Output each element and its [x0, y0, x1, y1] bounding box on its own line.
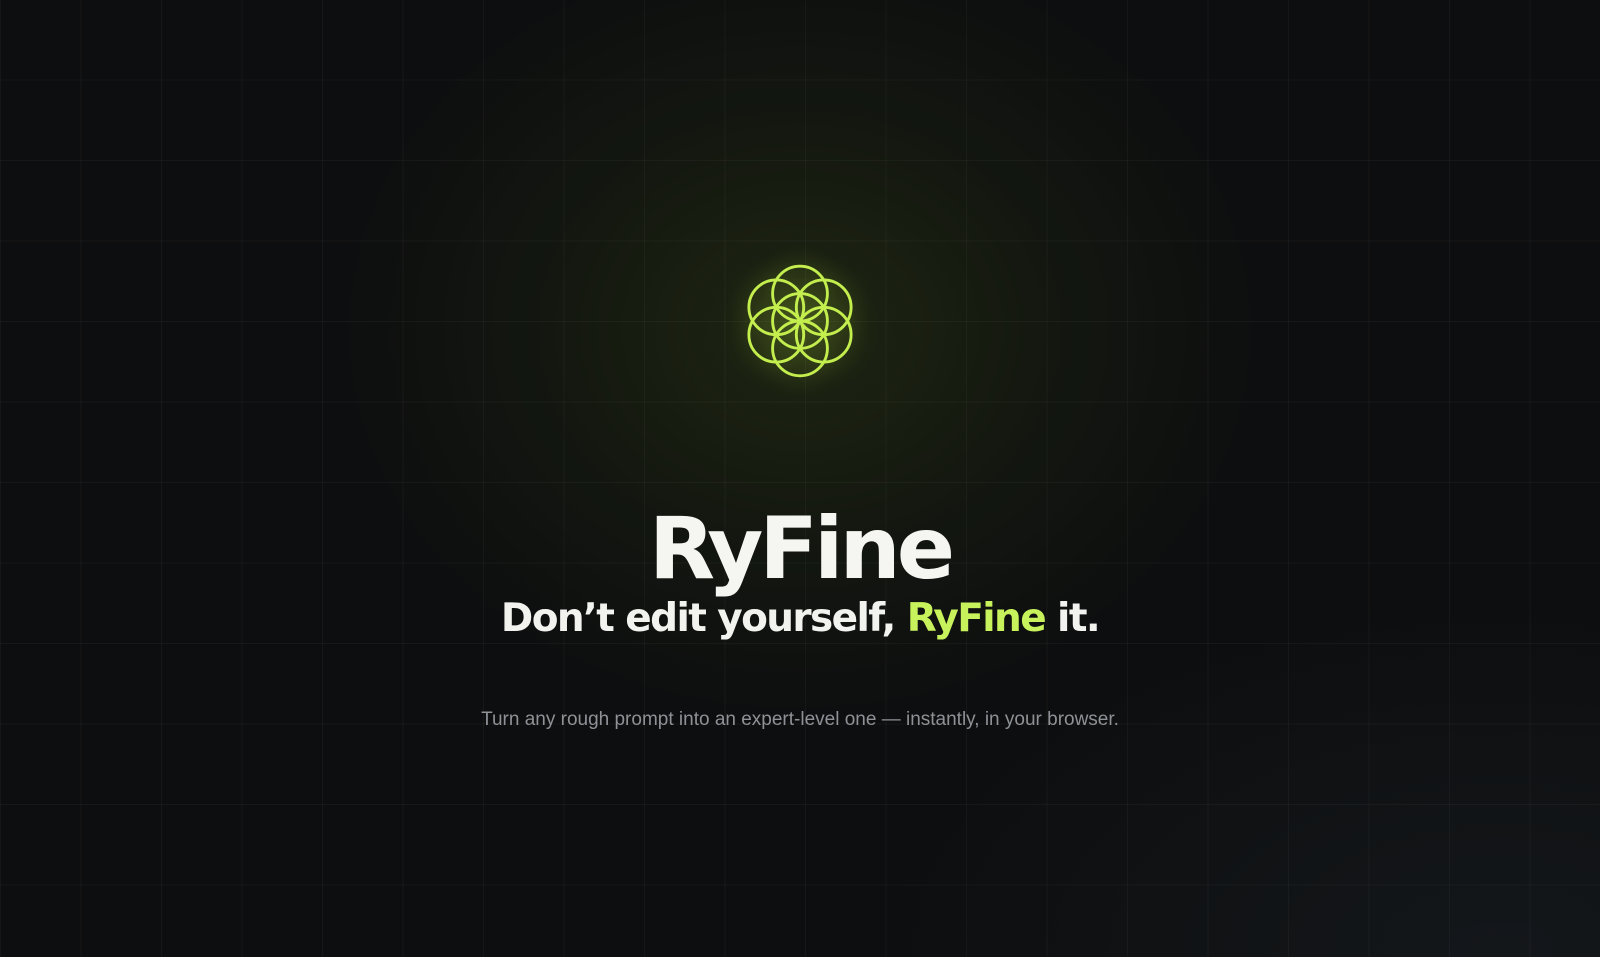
brand-title: RyFine [648, 498, 955, 599]
flower-of-life-icon [747, 264, 853, 378]
subtitle: Turn any rough prompt into an expert-lev… [481, 709, 1119, 730]
tagline-text-end: it. [1057, 596, 1101, 641]
hero-section: RyFine Don’t edit yourself, RyFine it. T… [0, 0, 1600, 957]
background-grid [0, 0, 1600, 957]
tagline-text: Don’t edit yourself, [500, 596, 896, 641]
tagline: Don’t edit yourself, RyFine it. [0, 596, 1600, 641]
tagline-accent-brand: RyFine [906, 596, 1047, 641]
